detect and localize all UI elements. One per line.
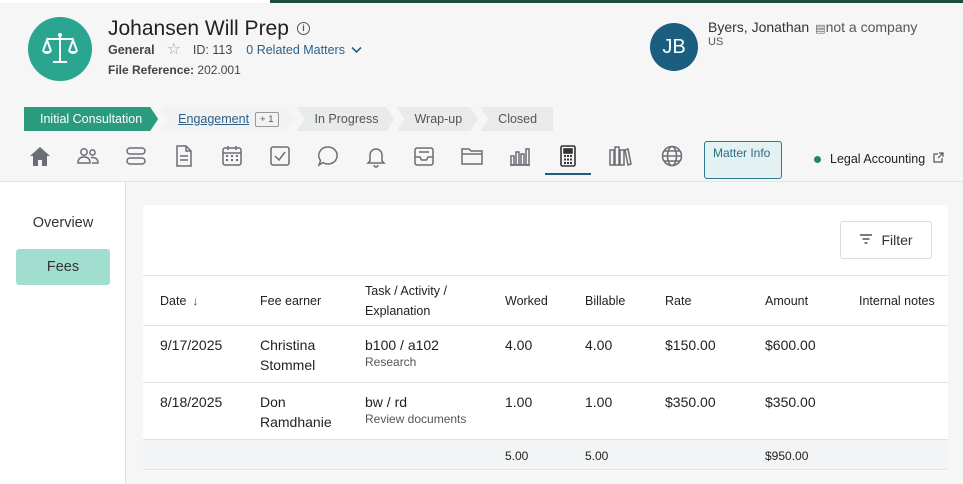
sidebar-item-overview[interactable]: Overview (16, 205, 110, 241)
stack-icon[interactable] (123, 143, 149, 169)
stage-label: Initial Consultation (40, 112, 143, 126)
cell-task: b100 / a102 Research (348, 325, 488, 383)
total-worked: 5.00 (488, 439, 568, 470)
calendar-icon[interactable] (219, 143, 245, 169)
column-header-internal-notes[interactable]: Internal notes (842, 275, 948, 326)
stage-tracker: Initial Consultation Engagement + 1 In Pr… (24, 107, 555, 131)
cell-billable: 4.00 (568, 325, 648, 383)
cell-rate: $350.00 (648, 382, 748, 440)
client-country: US (708, 36, 724, 48)
table-header-row: Date ↓ Fee earner Task / Activity / Expla… (143, 275, 948, 326)
matter-icon-toolbar: Matter Info Legal Accounting (0, 138, 963, 179)
totals-row: 5.00 5.00 $950.00 (143, 439, 948, 470)
stage-label: In Progress (314, 112, 379, 126)
matter-title: Johansen Will Prep (108, 17, 289, 40)
cell-rate: $150.00 (648, 325, 748, 383)
sort-down-icon[interactable]: ↓ (192, 294, 198, 308)
stage-count-badge: + 1 (255, 112, 278, 127)
total-amount: $950.00 (748, 439, 842, 470)
document-icon[interactable] (171, 143, 197, 169)
info-icon[interactable]: i (297, 22, 310, 35)
column-header-billable[interactable]: Billable (568, 275, 648, 326)
cell-amount: $600.00 (748, 325, 842, 383)
column-header-worked[interactable]: Worked (488, 275, 568, 326)
matter-category: General (108, 43, 155, 57)
legal-accounting-link[interactable]: Legal Accounting (814, 152, 944, 166)
column-header-fee-earner[interactable]: Fee earner (243, 275, 348, 326)
cell-date: 9/17/2025 (143, 325, 243, 383)
matter-subheader: General ☆ ID: 113 0 Related Matters (108, 42, 362, 58)
total-billable: 5.00 (568, 439, 648, 470)
cell-internal-notes (842, 382, 948, 440)
section-divider (0, 181, 963, 182)
external-link-icon (933, 152, 944, 166)
books-icon[interactable] (607, 143, 633, 169)
cell-fee-earner: Christina Stommel (243, 325, 348, 383)
globe-icon[interactable] (659, 143, 685, 169)
cell-worked: 4.00 (488, 325, 568, 383)
cell-internal-notes (842, 325, 948, 383)
table-row[interactable]: 9/17/2025 Christina Stommel b100 / a102 R… (143, 325, 948, 383)
task-code: bw / rd (365, 394, 408, 410)
column-header-date[interactable]: Date ↓ (143, 275, 243, 326)
cell-fee-earner: Don Ramdhanie (243, 382, 348, 440)
client-name[interactable]: Byers, Jonathan (708, 19, 809, 35)
bar-chart-icon[interactable] (507, 143, 533, 169)
scales-logo-icon (28, 17, 92, 81)
fees-table: Date ↓ Fee earner Task / Activity / Expla… (143, 275, 948, 470)
cell-worked: 1.00 (488, 382, 568, 440)
matter-header: Johansen Will Prep i General ☆ ID: 113 0… (0, 3, 963, 98)
chevron-down-icon[interactable] (351, 43, 362, 57)
table-row[interactable]: 8/18/2025 Don Ramdhanie bw / rd Review do… (143, 382, 948, 440)
calculator-icon[interactable] (545, 143, 591, 175)
star-icon[interactable]: ☆ (167, 42, 181, 58)
chat-icon[interactable] (315, 143, 341, 169)
stage-label: Wrap-up (414, 112, 463, 126)
cell-date: 8/18/2025 (143, 382, 243, 440)
bell-icon[interactable] (363, 143, 389, 169)
stage-in-progress[interactable]: In Progress (297, 107, 395, 131)
matter-info-button[interactable]: Matter Info (704, 141, 782, 179)
client-info: Byers, Jonathan ▤not a company (708, 19, 917, 35)
sidebar-item-fees[interactable]: Fees (16, 249, 110, 285)
task-explanation: Review documents (365, 412, 467, 426)
filter-button[interactable]: Filter (840, 221, 932, 259)
filter-icon (859, 232, 873, 248)
home-icon[interactable] (27, 143, 53, 169)
file-reference-label: File Reference: (108, 63, 195, 77)
stage-wrap-up[interactable]: Wrap-up (396, 107, 478, 131)
column-header-amount[interactable]: Amount (748, 275, 842, 326)
checkbox-icon[interactable] (267, 143, 293, 169)
file-reference-value: 202.001 (197, 63, 241, 77)
task-code: b100 / a102 (365, 337, 439, 353)
status-dot (814, 155, 821, 163)
stage-closed[interactable]: Closed (480, 107, 554, 131)
column-header-task[interactable]: Task / Activity / Explanation (348, 275, 488, 326)
matter-id: ID: 113 (192, 43, 233, 57)
building-icon: ▤ (815, 23, 826, 35)
filter-label: Filter (881, 232, 913, 248)
cell-amount: $350.00 (748, 382, 842, 440)
stage-label: Closed (498, 112, 538, 126)
client-avatar[interactable]: JB (650, 23, 698, 71)
folder-icon[interactable] (459, 143, 485, 169)
inbox-icon[interactable] (411, 143, 437, 169)
cell-billable: 1.00 (568, 382, 648, 440)
legal-accounting-label: Legal Accounting (830, 152, 926, 166)
fees-panel: Filter Date ↓ Fee earner Task / Activity … (143, 205, 948, 471)
cell-task: bw / rd Review documents (348, 382, 488, 440)
stage-label: Engagement (178, 112, 250, 126)
column-header-rate[interactable]: Rate (648, 275, 748, 326)
stage-initial-consultation[interactable]: Initial Consultation (24, 107, 158, 131)
task-explanation: Research (365, 355, 417, 369)
people-icon[interactable] (75, 143, 101, 169)
sidebar: Overview Fees (0, 182, 126, 484)
file-reference: File Reference: 202.001 (108, 63, 241, 77)
client-company: not a company (825, 19, 918, 35)
stage-engagement[interactable]: Engagement + 1 (160, 107, 294, 131)
related-matters-link[interactable]: 0 Related Matters (246, 43, 345, 57)
